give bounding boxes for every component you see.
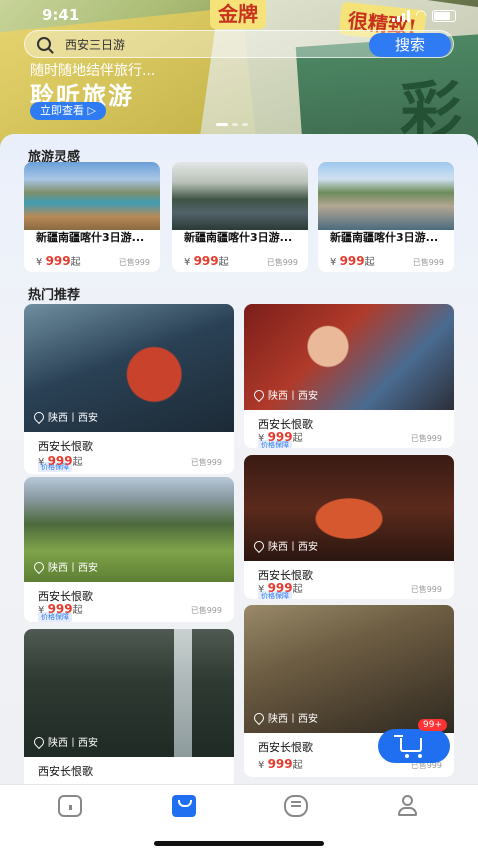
recommend-image: 陕西丨西安 xyxy=(24,477,234,582)
waterfall-shape xyxy=(174,629,192,757)
sold-count: 已售999 xyxy=(410,434,442,443)
sold-count: 已售999 xyxy=(118,258,150,267)
search-icon xyxy=(37,37,51,51)
status-time: 9:41 xyxy=(42,6,80,24)
inspiration-card[interactable]: 新疆南疆喀什3日游... ¥ 999起 已售999 xyxy=(318,162,454,272)
price: ¥ 999起 xyxy=(258,430,303,444)
sold-count: 已售999 xyxy=(190,606,222,615)
recommend-image: 陕西丨西安 xyxy=(24,629,234,757)
location-label: 陕西丨西安 xyxy=(251,387,318,402)
price: ¥ 999起 xyxy=(38,454,83,468)
section-title-hot: 热门推荐 xyxy=(28,288,81,303)
inspiration-title: 新疆南疆喀什3日游... xyxy=(184,231,293,244)
status-bar: 9:41 ◠ xyxy=(0,0,478,30)
location-label: 陕西丨西安 xyxy=(251,538,318,553)
profile-icon[interactable] xyxy=(396,795,420,817)
content-sheet: 旅游灵感 新疆南疆喀什3日游... ¥ 999起 已售999 新疆南疆喀什3日游… xyxy=(0,134,478,784)
location-pin-icon xyxy=(31,559,47,574)
inspiration-title: 新疆南疆喀什3日游... xyxy=(36,231,145,244)
location-label: 陕西丨西安 xyxy=(31,559,98,574)
search-input[interactable]: 西安三日游 xyxy=(65,36,125,53)
signal-icon xyxy=(392,9,410,22)
location-pin-icon xyxy=(251,387,267,402)
status-icons: ◠ xyxy=(392,8,456,23)
recommend-title: 西安长恨歌 xyxy=(38,765,93,778)
recommend-card[interactable]: 陕西丨西安 西安长恨歌 xyxy=(24,629,234,784)
price: ¥ 999起 xyxy=(258,581,303,595)
message-icon[interactable] xyxy=(284,795,308,817)
home-icon[interactable] xyxy=(58,795,82,817)
location-pin-icon xyxy=(31,734,47,749)
wifi-icon: ◠ xyxy=(416,8,426,23)
price: ¥ 999起 xyxy=(258,757,303,771)
inspiration-card[interactable]: 新疆南疆喀什3日游... ¥ 999起 已售999 xyxy=(172,162,308,272)
carousel-indicator xyxy=(216,123,248,126)
recommend-card[interactable]: 陕西丨西安 西安长恨歌 价格保障 ¥ 999起 已售999 xyxy=(24,477,234,622)
search-button[interactable]: 搜索 xyxy=(369,33,451,57)
price: ¥ 999起 xyxy=(330,254,375,268)
location-pin-icon xyxy=(251,538,267,553)
inspiration-image xyxy=(318,162,454,230)
cart-wheel xyxy=(418,754,422,758)
location-label: 陕西丨西安 xyxy=(31,409,98,424)
sold-count: 已售999 xyxy=(266,258,298,267)
battery-icon xyxy=(432,9,456,22)
recommend-card[interactable]: 陕西丨西安 西安长恨歌 价格保障 ¥ 999起 已售999 xyxy=(244,304,454,448)
price: ¥ 999起 xyxy=(36,254,81,268)
recommend-image: 陕西丨西安 xyxy=(244,605,454,733)
bottom-tab-bar xyxy=(0,784,478,850)
home-indicator xyxy=(154,841,324,846)
price: ¥ 999起 xyxy=(184,254,229,268)
recommend-image: 陕西丨西安 xyxy=(244,304,454,410)
cart-badge: 99+ xyxy=(418,719,447,731)
recommend-image: 陕西丨西安 xyxy=(24,304,234,432)
location-label: 陕西丨西安 xyxy=(31,734,98,749)
view-now-button[interactable]: 立即查看 ▷ xyxy=(30,102,106,120)
location-label: 陕西丨西安 xyxy=(251,710,318,725)
inspiration-card[interactable]: 新疆南疆喀什3日游... ¥ 999起 已售999 xyxy=(24,162,160,272)
search-bar[interactable]: 西安三日游 搜索 xyxy=(24,30,454,58)
cart-icon xyxy=(394,735,422,752)
inspiration-image xyxy=(172,162,308,230)
inspiration-image xyxy=(24,162,160,230)
recommend-title: 西安长恨歌 xyxy=(38,440,93,453)
recommend-image: 陕西丨西安 xyxy=(244,455,454,561)
cart-button[interactable]: 99+ xyxy=(378,719,450,763)
price: ¥ 999起 xyxy=(38,602,83,616)
sold-count: 已售999 xyxy=(190,458,222,467)
inspiration-title: 新疆南疆喀什3日游... xyxy=(330,231,439,244)
cart-wheel xyxy=(405,754,409,758)
recommend-card[interactable]: 陕西丨西安 西安长恨歌 价格保障 ¥ 999起 已售999 xyxy=(244,455,454,599)
recommend-card[interactable]: 陕西丨西安 西安长恨歌 价格保障 ¥ 999起 已售999 xyxy=(24,304,234,474)
location-pin-icon xyxy=(31,409,47,424)
sold-count: 已售999 xyxy=(410,585,442,594)
shopping-bag-icon[interactable] xyxy=(172,795,196,817)
sold-count: 已售999 xyxy=(412,258,444,267)
location-pin-icon xyxy=(251,710,267,725)
